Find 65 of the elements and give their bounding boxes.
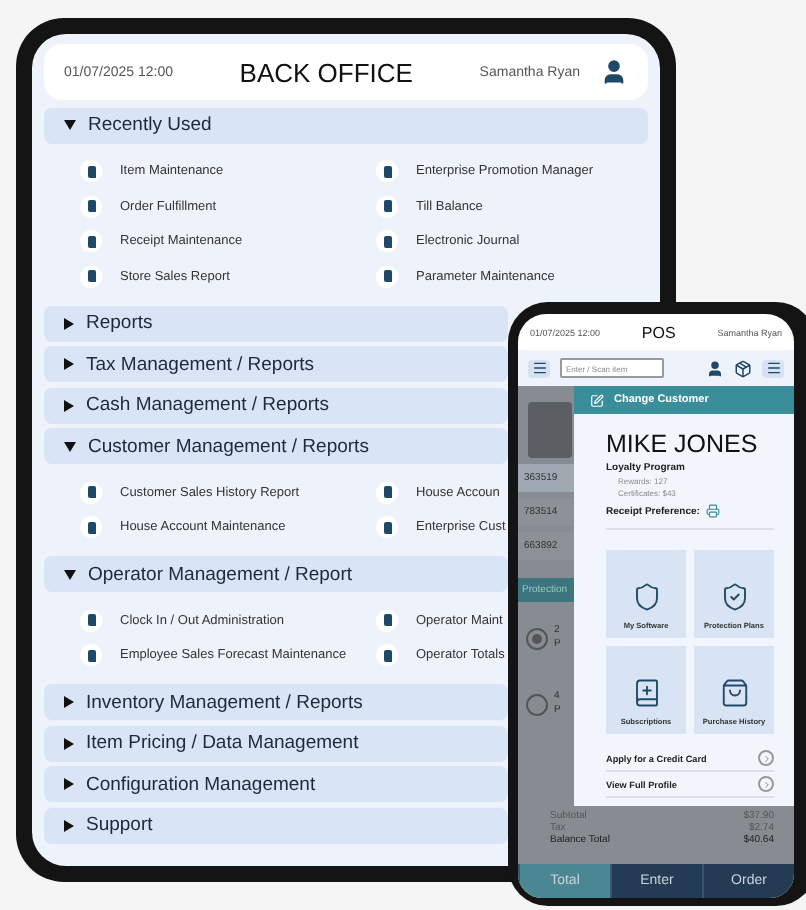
user-icon[interactable] [706, 359, 724, 378]
page-title: POS [639, 323, 678, 342]
book-icon [376, 160, 398, 183]
section-header[interactable]: Recently Used [44, 107, 648, 143]
user-icon[interactable] [600, 58, 628, 86]
photo-placeholder [528, 402, 572, 459]
section-label: Operator Management / Report [88, 563, 353, 585]
section-label: Inventory Management / Reports [86, 691, 363, 713]
caret-icon [64, 569, 76, 579]
book-icon [80, 160, 102, 183]
section-header[interactable]: Inventory Management / Reports [44, 684, 508, 720]
book-icon [376, 195, 398, 218]
menu-icon[interactable] [528, 359, 550, 378]
section-header[interactable]: Operator Management / Report [44, 556, 508, 592]
section-header[interactable]: Item Pricing / Data Management [44, 725, 508, 761]
package-icon[interactable] [734, 359, 752, 378]
section-label: Support [86, 814, 153, 836]
radio-button[interactable] [526, 627, 548, 650]
section-header[interactable]: Configuration Management [44, 766, 508, 802]
caret-icon [64, 696, 74, 708]
caret-icon [64, 358, 74, 370]
section-label: Customer Management / Reports [88, 435, 369, 457]
chevron-icon [758, 776, 774, 793]
book-icon [376, 481, 398, 504]
section-label: Item Pricing / Data Management [86, 732, 359, 754]
caret-icon [64, 737, 74, 749]
caret-icon [64, 819, 74, 831]
section-label: Reports [86, 312, 153, 334]
book-icon [80, 265, 102, 288]
shield-check-icon [719, 582, 749, 613]
book-icon [376, 265, 398, 288]
customer-name: MIKE JONES [606, 430, 760, 459]
book-icon [80, 516, 102, 539]
section-label: Tax Management / Reports [86, 353, 315, 375]
section-header[interactable]: Reports [44, 305, 508, 341]
book-plus-icon [631, 678, 661, 709]
section-label: Configuration Management [86, 773, 316, 795]
shopping-bag-icon [719, 678, 749, 709]
section-label: Cash Management / Reports [86, 394, 329, 416]
book-icon [376, 644, 398, 667]
book-icon [80, 230, 102, 253]
book-icon [80, 609, 102, 632]
book-icon [80, 195, 102, 218]
menu-icon[interactable] [762, 359, 784, 378]
section-header[interactable]: Support [44, 807, 508, 843]
caret-icon [64, 120, 76, 130]
section-label: Recently Used [88, 114, 212, 136]
section-header[interactable]: Tax Management / Reports [44, 346, 508, 382]
caret-icon [64, 317, 74, 329]
page-title: BACK OFFICE [237, 57, 415, 87]
book-icon [80, 481, 102, 504]
radio-button[interactable] [526, 693, 548, 716]
book-icon [376, 230, 398, 253]
section-header[interactable]: Customer Management / Reports [44, 428, 508, 464]
section-header[interactable]: Cash Management / Reports [44, 387, 508, 423]
book-icon [80, 644, 102, 667]
printer-icon[interactable] [705, 504, 720, 519]
caret-icon [64, 399, 74, 411]
book-icon [376, 516, 398, 539]
caret-icon [64, 441, 76, 451]
book-icon [376, 609, 398, 632]
shield-icon [631, 582, 661, 613]
chevron-icon [758, 750, 774, 767]
edit-icon [590, 393, 604, 408]
caret-icon [64, 778, 74, 790]
